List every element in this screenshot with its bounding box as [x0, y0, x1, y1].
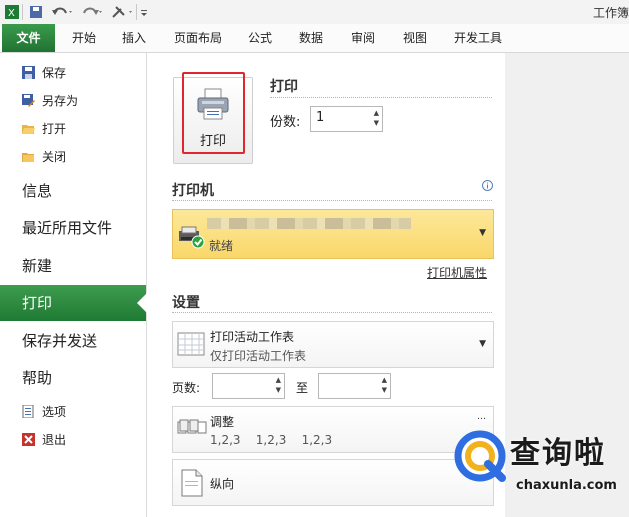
nav-save-send[interactable]: 保存并发送 — [0, 323, 146, 359]
pages-from-stepper[interactable]: ▲ ▼ — [212, 373, 285, 399]
highlight-box — [182, 72, 245, 154]
orientation-title: 纵向 — [210, 477, 235, 491]
decrement-arrow-icon[interactable]: ▼ — [276, 386, 281, 394]
search-logo-icon — [454, 430, 506, 482]
increment-arrow-icon[interactable]: ▲ — [374, 109, 379, 117]
tab-page-layout[interactable]: 页面布局 — [174, 24, 222, 52]
nav-recent[interactable]: 最近所用文件 — [0, 210, 146, 246]
customize-qat-icon[interactable] — [139, 4, 149, 20]
window-title: 工作簿 — [592, 6, 629, 20]
quick-access-toolbar: X 工作簿 — [0, 0, 629, 24]
nav-help[interactable]: 帮助 — [0, 360, 146, 396]
ribbon-tabs: 文件 开始 插入 页面布局 公式 数据 审阅 视图 开发工具 — [0, 24, 629, 53]
watermark-logo: 查询啦 chaxunla.com — [454, 424, 629, 517]
svg-text:X: X — [8, 8, 15, 19]
printer-ready-icon — [179, 226, 205, 249]
nav-save-send-label: 保存并发送 — [22, 332, 98, 350]
qat-separator — [22, 4, 23, 20]
print-heading: 打印 — [270, 79, 298, 95]
tab-home[interactable]: 开始 — [72, 24, 96, 52]
increment-arrow-icon[interactable]: ▲ — [382, 376, 387, 384]
tools-icon[interactable] — [110, 4, 134, 20]
copies-label: 份数: — [270, 115, 301, 130]
more-icon: … — [477, 412, 486, 422]
redo-icon[interactable] — [80, 4, 104, 20]
printer-status: 就绪 — [209, 239, 234, 253]
options-icon — [22, 405, 34, 418]
nav-print[interactable]: 打印 — [0, 285, 147, 321]
save-icon[interactable] — [28, 4, 44, 20]
collate-dropdown[interactable]: 调整 1,2,3 1,2,3 1,2,3 … — [172, 406, 494, 453]
print-scope-desc: 仅打印活动工作表 — [210, 349, 307, 363]
decrement-arrow-icon[interactable]: ▼ — [374, 119, 379, 127]
print-scope-dropdown[interactable]: 打印活动工作表 仅打印活动工作表 ▼ — [172, 321, 494, 368]
nav-save-as-label: 另存为 — [42, 94, 79, 108]
nav-print-label: 打印 — [22, 294, 53, 312]
open-folder-icon — [22, 125, 35, 134]
decrement-arrow-icon[interactable]: ▼ — [382, 386, 387, 394]
save-icon — [22, 66, 35, 79]
watermark-name: 查询啦 — [510, 436, 606, 471]
close-folder-icon — [22, 153, 34, 162]
collate-title: 调整 — [210, 415, 235, 429]
printer-heading: 打印机 — [172, 183, 214, 199]
orientation-dropdown[interactable]: 纵向 — [172, 459, 494, 506]
undo-icon[interactable] — [50, 4, 74, 20]
excel-icon: X — [5, 5, 19, 19]
nav-info-label: 信息 — [22, 182, 53, 200]
info-icon[interactable] — [482, 180, 493, 191]
printer-name-blurred — [207, 218, 411, 229]
tab-insert[interactable]: 插入 — [122, 24, 146, 52]
settings-heading: 设置 — [172, 295, 200, 311]
increment-arrow-icon[interactable]: ▲ — [276, 376, 281, 384]
dropdown-arrow-icon: ▼ — [479, 339, 486, 349]
qat-separator — [136, 4, 137, 20]
print-scope-title: 打印活动工作表 — [210, 330, 295, 344]
printer-dropdown[interactable]: 就绪 ▼ — [172, 209, 494, 259]
divider — [270, 97, 492, 98]
exit-icon — [22, 433, 35, 446]
watermark-domain: chaxunla.com — [516, 478, 617, 493]
save-as-icon — [22, 94, 35, 107]
tab-formulas[interactable]: 公式 — [248, 24, 272, 52]
tab-file[interactable]: 文件 — [2, 24, 55, 52]
collate-icon — [177, 419, 207, 434]
tab-data[interactable]: 数据 — [299, 24, 323, 52]
copies-value: 1 — [316, 110, 325, 125]
nav-exit-label: 退出 — [42, 433, 67, 447]
pages-to-stepper[interactable]: ▲ ▼ — [318, 373, 391, 399]
nav-recent-label: 最近所用文件 — [22, 219, 113, 237]
divider — [172, 200, 492, 201]
copies-stepper[interactable]: 1 ▲ ▼ — [310, 106, 383, 132]
nav-close-label: 关闭 — [42, 150, 67, 164]
nav-options-label: 选项 — [42, 405, 67, 419]
collate-desc: 1,2,3 1,2,3 1,2,3 — [210, 433, 333, 447]
portrait-page-icon — [181, 469, 203, 497]
tab-developer[interactable]: 开发工具 — [454, 24, 502, 52]
nav-open-label: 打开 — [42, 122, 67, 136]
backstage-nav: 保存 另存为 打开 关闭 信息 最近所用文件 新建 打印 保存并发送 帮助 选项… — [0, 53, 147, 517]
nav-save-label: 保存 — [42, 66, 67, 80]
nav-new[interactable]: 新建 — [0, 248, 146, 284]
pages-label: 页数: — [172, 381, 201, 395]
to-label: 至 — [296, 381, 309, 395]
printer-properties-link[interactable]: 打印机属性 — [427, 264, 487, 281]
tab-view[interactable]: 视图 — [403, 24, 427, 52]
nav-new-label: 新建 — [22, 257, 53, 275]
tab-review[interactable]: 审阅 — [351, 24, 375, 52]
nav-help-label: 帮助 — [22, 369, 53, 387]
dropdown-arrow-icon: ▼ — [479, 228, 486, 238]
print-settings-panel: 打印 打印 份数: 1 ▲ ▼ 打印机 就绪 ▼ 打印机属性 设置 打印活动工作… — [147, 53, 505, 517]
worksheet-icon — [177, 332, 205, 356]
nav-info[interactable]: 信息 — [0, 173, 146, 209]
divider — [172, 312, 492, 313]
